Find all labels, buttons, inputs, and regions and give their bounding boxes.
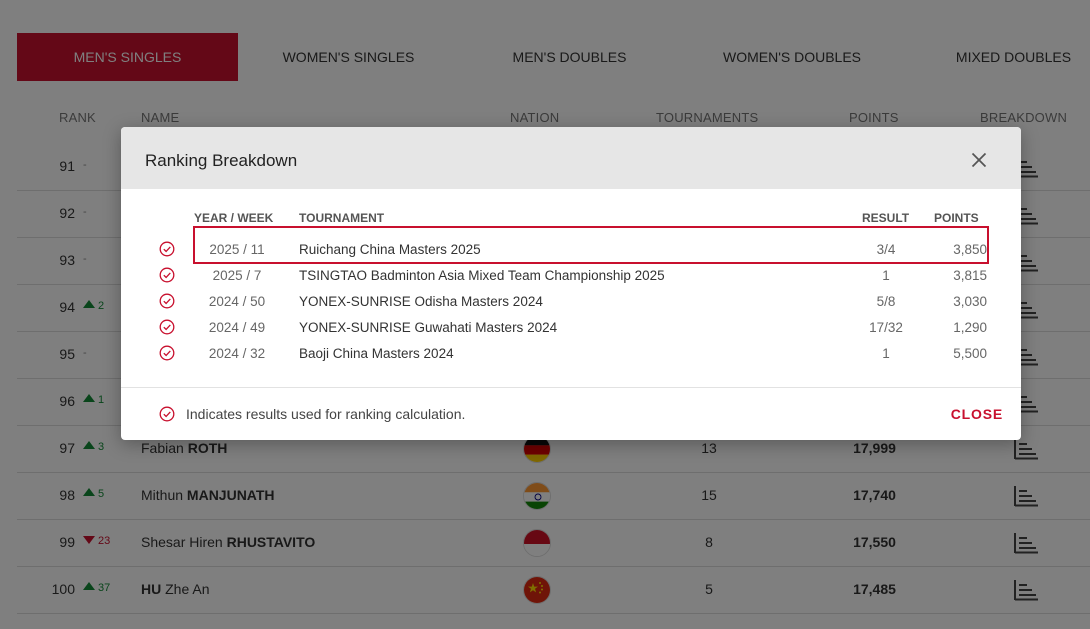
breakdown-row: 2024 / 32 Baoji China Masters 2024 1 5,500	[121, 340, 1021, 366]
check-circle-icon	[159, 319, 175, 335]
points: 3,815	[953, 268, 987, 283]
points: 3,030	[953, 294, 987, 309]
tournament-name: Ruichang China Masters 2025	[299, 242, 481, 257]
modal-header-result: RESULT	[862, 211, 910, 225]
close-button[interactable]: CLOSE	[951, 406, 1003, 422]
points: 5,500	[953, 346, 987, 361]
tournament-name: Baoji China Masters 2024	[299, 346, 454, 361]
ranking-breakdown-modal: Ranking Breakdown YEAR / WEEK TOURNAMENT…	[121, 127, 1021, 440]
check-circle-icon	[159, 267, 175, 283]
breakdown-row: 2025 / 11 Ruichang China Masters 2025 3/4 3…	[121, 236, 1021, 262]
check-circle-icon	[159, 241, 175, 257]
year-week: 2025 / 7	[212, 268, 262, 283]
year-week: 2025 / 11	[209, 242, 265, 257]
tournament-name: TSINGTAO Badminton Asia Mixed Team Champ…	[299, 268, 665, 283]
breakdown-row: 2024 / 49 YONEX-SUNRISE Guwahati Masters …	[121, 314, 1021, 340]
modal-title: Ranking Breakdown	[145, 151, 298, 170]
tournament-name: YONEX-SUNRISE Odisha Masters 2024	[299, 294, 543, 309]
points: 3,850	[953, 242, 987, 257]
close-icon[interactable]	[971, 152, 987, 168]
footer-note: Indicates results used for ranking calcu…	[186, 406, 466, 422]
modal-header: Ranking Breakdown	[121, 127, 1021, 189]
modal-header-tournament: TOURNAMENT	[299, 211, 385, 225]
check-circle-icon	[159, 406, 175, 422]
year-week: 2024 / 32	[208, 346, 266, 361]
tournament-name: YONEX-SUNRISE Guwahati Masters 2024	[299, 320, 558, 335]
year-week: 2024 / 49	[208, 320, 266, 335]
modal-footer: Indicates results used for ranking calcu…	[121, 387, 1021, 440]
check-circle-icon	[159, 345, 175, 361]
breakdown-row: 2024 / 50 YONEX-SUNRISE Odisha Masters 20…	[121, 288, 1021, 314]
modal-header-year-week: YEAR / WEEK	[194, 211, 274, 225]
modal-header-points: POINTS	[934, 211, 979, 225]
points: 1,290	[953, 320, 987, 335]
check-circle-icon	[159, 293, 175, 309]
breakdown-row: 2025 / 7 TSINGTAO Badminton Asia Mixed Te…	[121, 262, 1021, 288]
year-week: 2024 / 50	[208, 294, 266, 309]
